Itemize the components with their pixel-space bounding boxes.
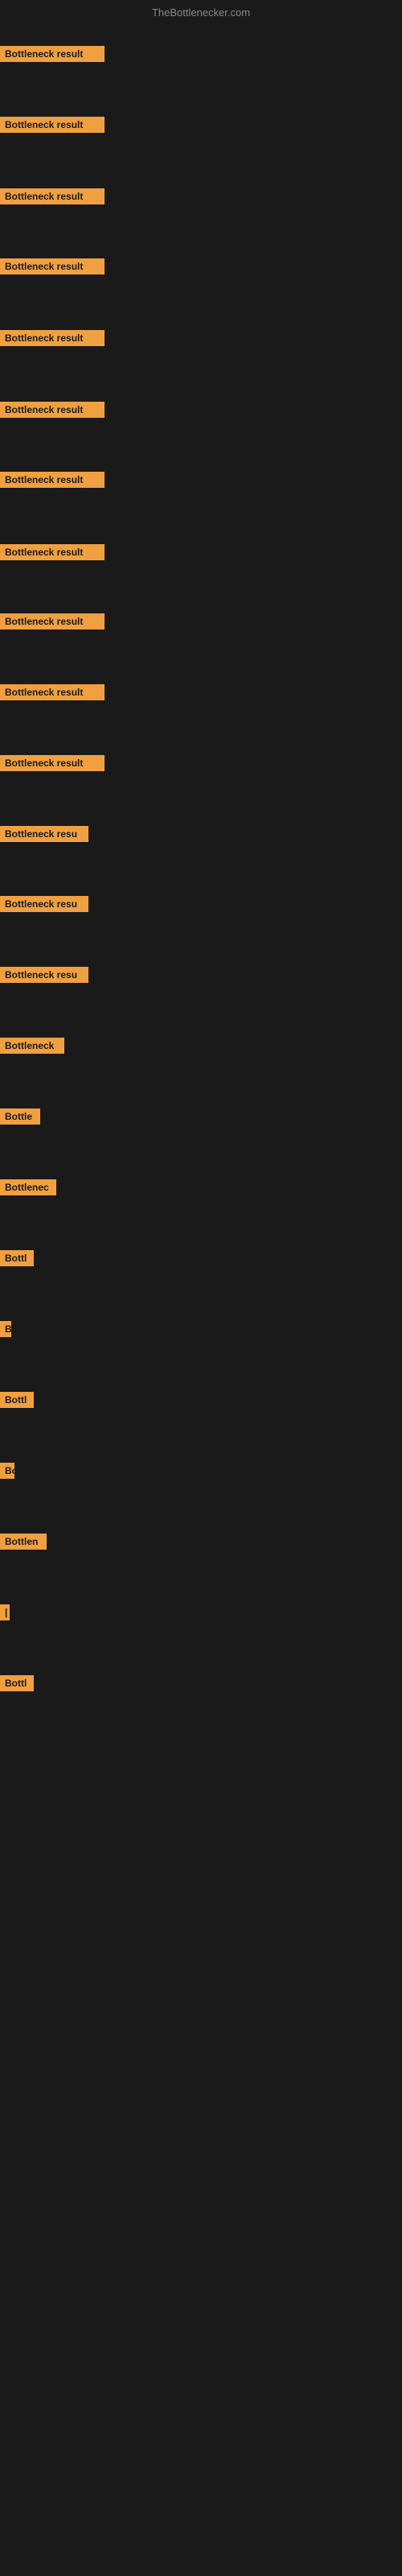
bottleneck-result-label: Bottle bbox=[0, 1108, 40, 1125]
bottleneck-result-label: Bottleneck result bbox=[0, 613, 105, 630]
bottleneck-result-label: Bottl bbox=[0, 1675, 34, 1691]
bottleneck-result-label: Bottleneck result bbox=[0, 258, 105, 275]
bottleneck-result-label: Bottleneck result bbox=[0, 330, 105, 346]
bottleneck-result-label: Bottleneck result bbox=[0, 188, 105, 204]
bottleneck-result-label: Bo bbox=[0, 1463, 14, 1479]
bottleneck-result-label: Bottleneck result bbox=[0, 684, 105, 700]
site-title: TheBottlenecker.com bbox=[0, 6, 402, 19]
bottleneck-result-label: Bottleneck bbox=[0, 1038, 64, 1054]
bottleneck-result-label: | bbox=[0, 1604, 10, 1620]
bottleneck-result-label: Bottleneck result bbox=[0, 402, 105, 418]
bottleneck-result-label: Bottleneck result bbox=[0, 755, 105, 771]
bottleneck-result-label: Bottleneck result bbox=[0, 117, 105, 133]
bottleneck-result-label: Bottlenec bbox=[0, 1179, 56, 1195]
bottleneck-result-label: B bbox=[0, 1321, 11, 1337]
bottleneck-result-label: Bottl bbox=[0, 1250, 34, 1266]
bottleneck-result-label: Bottleneck result bbox=[0, 46, 105, 62]
bottleneck-result-label: Bottleneck result bbox=[0, 472, 105, 488]
bottleneck-result-label: Bottl bbox=[0, 1392, 34, 1408]
bottleneck-result-label: Bottleneck resu bbox=[0, 896, 88, 912]
bottleneck-result-label: Bottleneck result bbox=[0, 544, 105, 560]
bottleneck-result-label: Bottlen bbox=[0, 1534, 47, 1550]
bottleneck-result-label: Bottleneck resu bbox=[0, 826, 88, 842]
bottleneck-result-label: Bottleneck resu bbox=[0, 967, 88, 983]
